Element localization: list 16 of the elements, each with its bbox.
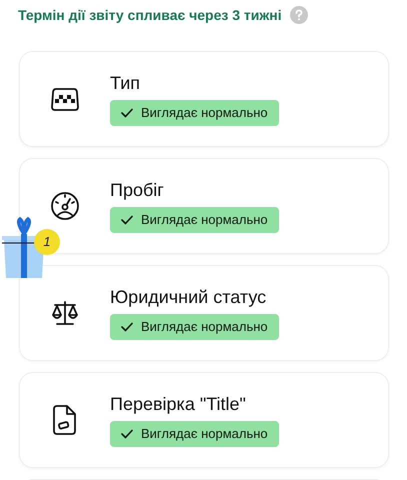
status-badge: Виглядає нормально <box>110 207 279 233</box>
check-title: Тип <box>110 72 142 94</box>
status-badge: Виглядає нормально <box>110 314 279 340</box>
check-title: Перевірка "Title" <box>110 393 247 415</box>
check-card[interactable]: Перевірка "Title" Виглядає нормально <box>19 372 389 468</box>
status-badge: Виглядає нормально <box>110 421 279 447</box>
check-title: Пробіг <box>110 179 165 201</box>
scales-icon <box>50 298 80 328</box>
check-card[interactable]: Юридичний статус Виглядає нормально <box>19 265 389 361</box>
check-card[interactable]: Тип Виглядає нормально <box>19 51 389 147</box>
check-title: Юридичний статус <box>110 286 268 308</box>
speedometer-icon <box>50 191 80 221</box>
status-badge: Виглядає нормально <box>110 100 279 126</box>
report-expiry-notice: Термін дії звіту спливає через 3 тижні <box>18 6 282 25</box>
taxi-sign-icon <box>50 85 80 113</box>
document-icon <box>52 404 78 436</box>
